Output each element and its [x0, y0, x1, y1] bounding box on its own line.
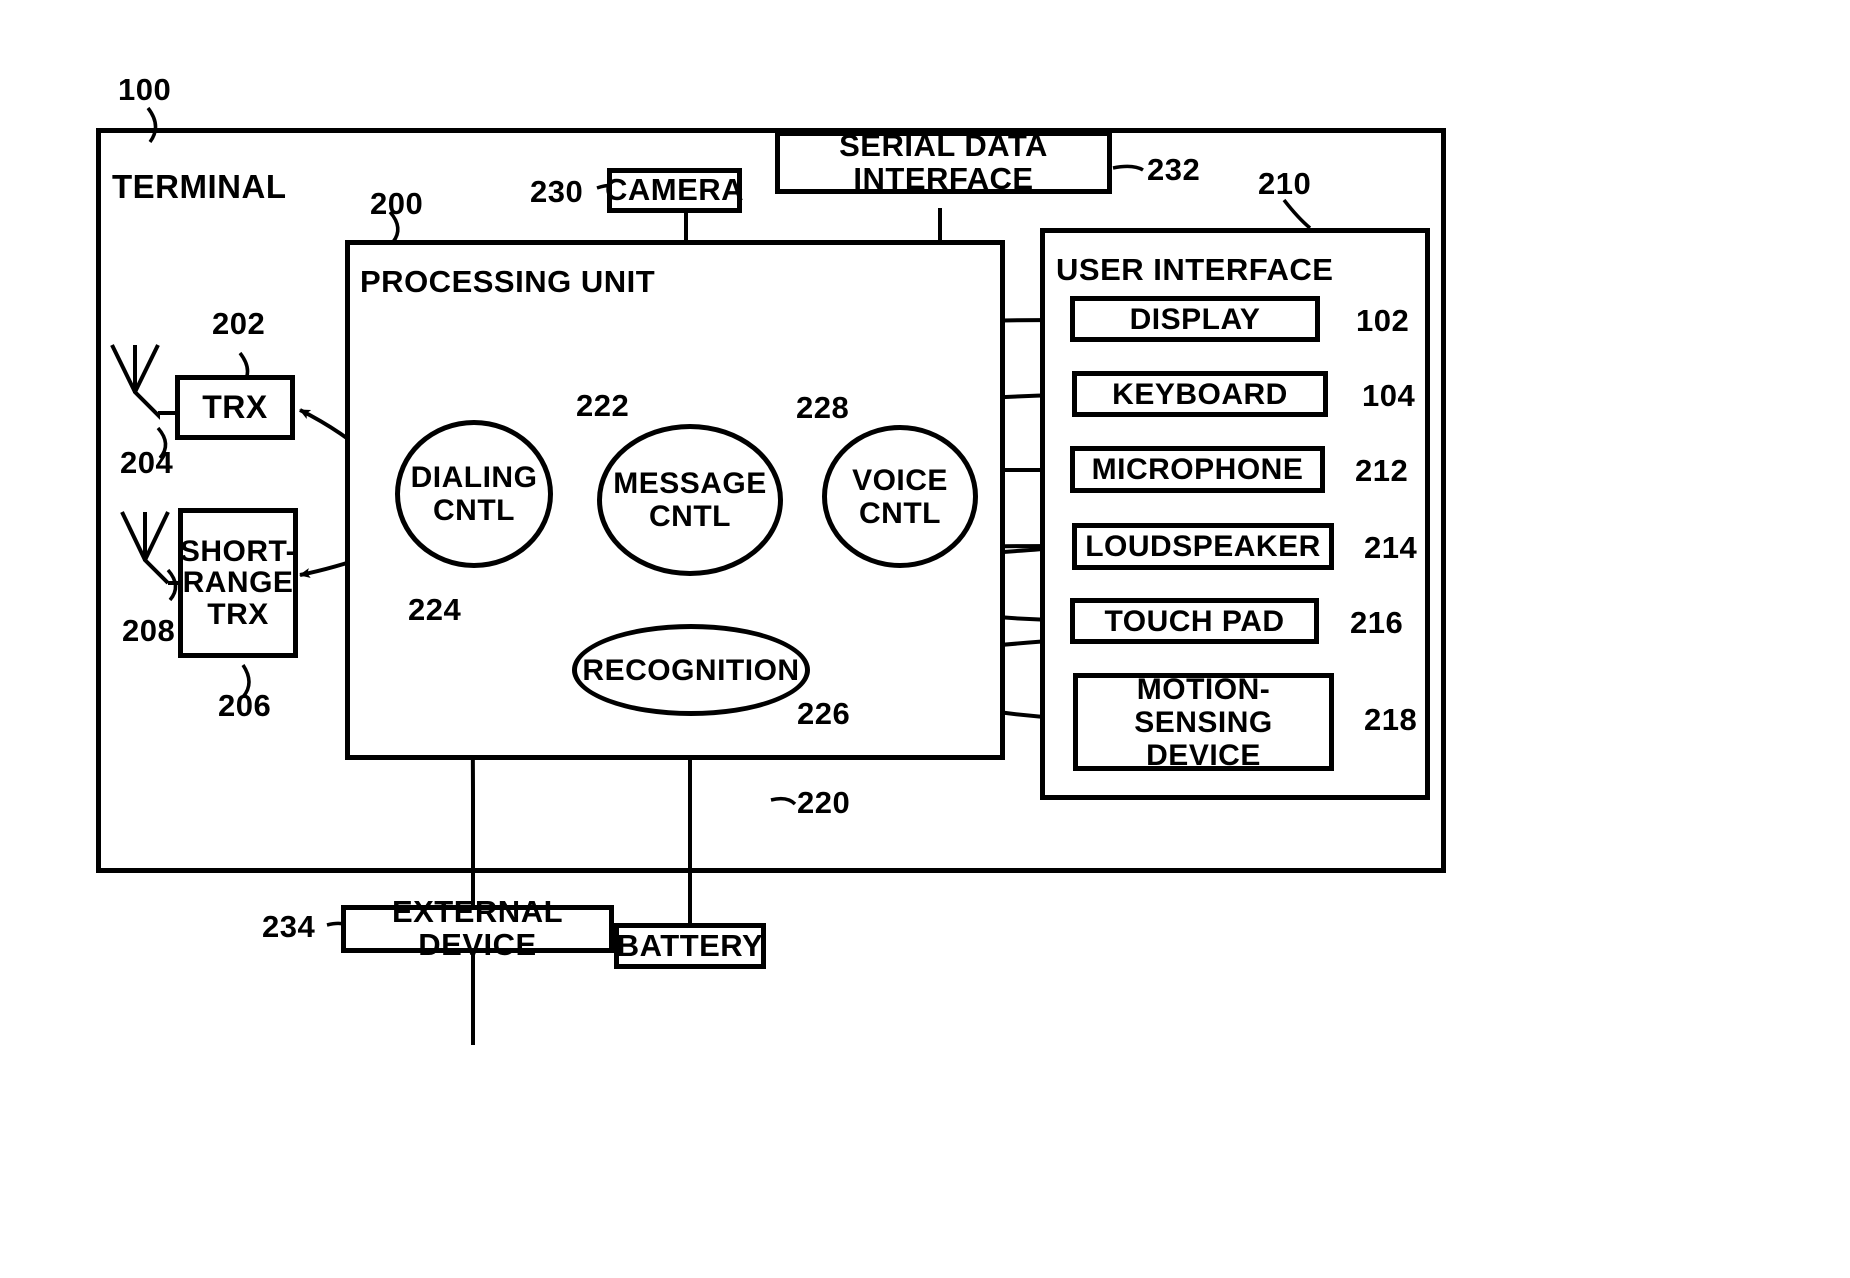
user-interface-label: USER INTERFACE: [1056, 252, 1334, 287]
terminal-label: TERMINAL: [112, 168, 287, 205]
ref-user-interface: 210: [1258, 166, 1312, 201]
node-recognition[interactable]: RECOGNITION: [572, 624, 810, 716]
node-dialing-line1: DIALING: [410, 461, 538, 494]
ref-voice-cntl: 228: [796, 390, 850, 425]
node-message-line2: CNTL: [649, 500, 731, 533]
ui-item-touch-pad[interactable]: TOUCH PAD: [1070, 598, 1319, 644]
ref-antenna-main: 204: [120, 445, 174, 480]
ref-camera: 230: [530, 174, 584, 209]
node-dialing-cntl[interactable]: DIALING CNTL: [395, 420, 553, 568]
ui-item-display[interactable]: DISPLAY: [1070, 296, 1320, 342]
ref-keyboard: 104: [1362, 378, 1416, 413]
ref-antenna-short-range: 208: [122, 613, 176, 648]
node-message-cntl[interactable]: MESSAGE CNTL: [597, 424, 783, 576]
node-dialing-line2: CNTL: [433, 494, 515, 527]
external-device-block[interactable]: EXTERNAL DEVICE: [341, 896, 614, 961]
ref-terminal: 100: [118, 72, 172, 107]
trx-block[interactable]: TRX: [175, 375, 295, 440]
ref-battery: 220: [797, 785, 851, 820]
node-voice-line2: CNTL: [859, 496, 941, 530]
ref-processing-unit: 200: [370, 186, 424, 221]
ref-motion-sensing-device: 218: [1364, 702, 1418, 737]
battery-block[interactable]: BATTERY: [614, 923, 766, 969]
ref-touch-pad: 216: [1350, 605, 1404, 640]
ref-external-device: 234: [262, 909, 316, 944]
ref-short-range-trx: 206: [218, 688, 272, 723]
ui-item-motion-sensing-device[interactable]: MOTION-SENSING DEVICE: [1073, 672, 1334, 772]
node-recognition-line1: RECOGNITION: [582, 653, 800, 687]
ui-item-microphone[interactable]: MICROPHONE: [1070, 446, 1325, 493]
ui-item-motion-sensing-line1: MOTION-SENSING: [1134, 672, 1273, 739]
ref-loudspeaker: 214: [1364, 530, 1418, 565]
ref-microphone: 212: [1355, 453, 1409, 488]
trx-label: TRX: [202, 388, 268, 425]
node-message-line1: MESSAGE: [613, 467, 767, 500]
ref-recognition: 226: [797, 696, 851, 731]
ui-item-loudspeaker[interactable]: LOUDSPEAKER: [1072, 523, 1334, 570]
ref-trx: 202: [212, 306, 266, 341]
processing-unit-label: PROCESSING UNIT: [360, 264, 656, 299]
camera-label: CAMERA: [604, 172, 745, 208]
external-device-label: EXTERNAL DEVICE: [391, 894, 564, 962]
ui-item-microphone-label: MICROPHONE: [1091, 453, 1304, 486]
ref-display: 102: [1356, 303, 1410, 338]
short-range-trx-block[interactable]: SHORT- RANGE TRX: [178, 508, 298, 658]
short-range-trx-line3: TRX: [207, 597, 269, 631]
patent-figure: TERMINAL 100 PROCESSING UNIT 200 DIALING…: [0, 0, 1850, 1278]
ref-serial-data-interface: 232: [1147, 152, 1201, 187]
node-voice-line1: VOICE: [852, 463, 948, 497]
battery-label: BATTERY: [616, 927, 764, 963]
node-voice-cntl[interactable]: VOICE CNTL: [822, 425, 978, 568]
ui-item-keyboard-label: KEYBOARD: [1112, 377, 1288, 411]
ref-dialing-cntl: 224: [408, 592, 462, 627]
short-range-trx-line1: SHORT-: [179, 534, 297, 568]
ui-item-keyboard[interactable]: KEYBOARD: [1072, 371, 1328, 417]
serial-data-interface-block[interactable]: SERIAL DATA INTERFACE: [775, 127, 1112, 196]
ui-item-loudspeaker-label: LOUDSPEAKER: [1085, 530, 1321, 563]
short-range-trx-line2: RANGE: [182, 566, 294, 600]
ref-message-cntl: 222: [576, 388, 630, 423]
ui-item-motion-sensing-line2: DEVICE: [1146, 738, 1261, 772]
ui-item-display-label: DISPLAY: [1129, 302, 1261, 336]
camera-block[interactable]: CAMERA: [604, 168, 745, 213]
ui-item-touch-pad-label: TOUCH PAD: [1104, 604, 1285, 638]
serial-data-interface-label: SERIAL DATA INTERFACE: [839, 127, 1048, 196]
